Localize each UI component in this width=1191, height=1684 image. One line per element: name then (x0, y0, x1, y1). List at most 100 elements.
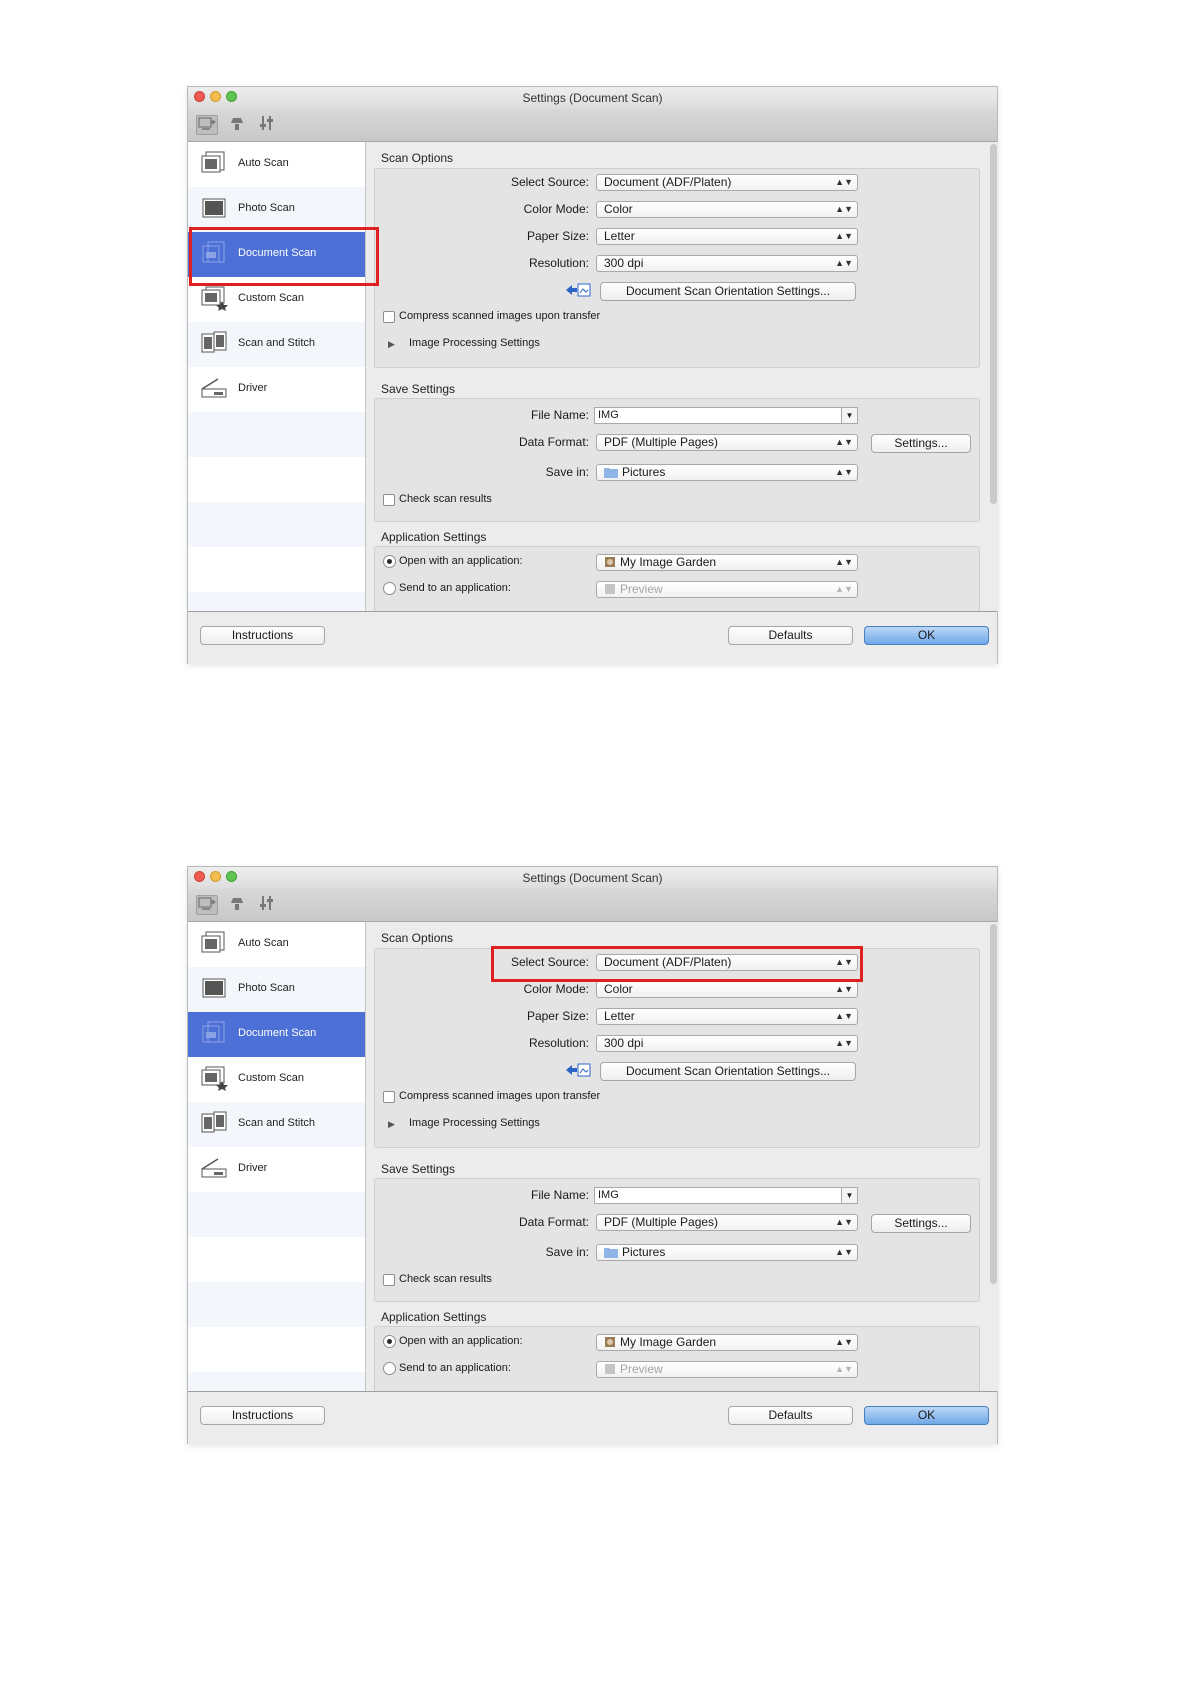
send-to-popup[interactable]: Preview ▲▼ (596, 581, 858, 598)
orientation-icon (564, 282, 592, 303)
file-name-combo[interactable]: IMG ▼ (594, 1187, 858, 1204)
up-down-arrows-icon: ▲▼ (835, 557, 853, 567)
color-mode-popup[interactable]: Color ▲▼ (596, 981, 858, 998)
save-in-value: Pictures (622, 465, 666, 479)
scan-from-computer-icon[interactable] (196, 115, 218, 135)
dropdown-arrow-icon[interactable]: ▼ (841, 1188, 857, 1203)
select-source-popup[interactable]: Document (ADF/Platen) ▲▼ (596, 174, 858, 191)
general-settings-icon[interactable] (256, 895, 278, 915)
highlight-box (491, 946, 863, 982)
ok-button[interactable]: OK (864, 626, 989, 645)
sidebar-item-label: Scan and Stitch (238, 1117, 316, 1129)
select-source-value: Document (ADF/Platen) (604, 175, 732, 189)
zoom-window-button[interactable] (226, 871, 237, 882)
sidebar-item-custom-scan[interactable]: Custom Scan (188, 1057, 365, 1102)
color-mode-label: Color Mode: (523, 202, 589, 216)
send-to-popup[interactable]: Preview ▲▼ (596, 1361, 858, 1378)
send-to-label: Send to an application: (399, 1362, 511, 1374)
toolbar (188, 889, 997, 922)
resolution-popup[interactable]: 300 dpi ▲▼ (596, 255, 858, 272)
disclosure-triangle-icon[interactable]: ▶ (388, 1119, 395, 1130)
sidebar: Auto Scan Photo Scan Document Scan Custo… (188, 922, 366, 1391)
compress-checkbox[interactable] (383, 1091, 395, 1103)
minimize-window-button[interactable] (210, 871, 221, 882)
sidebar-item-driver[interactable]: Driver (188, 1147, 365, 1192)
check-scan-results-checkbox[interactable] (383, 494, 395, 506)
orientation-settings-button[interactable]: Document Scan Orientation Settings... (600, 1062, 856, 1081)
sidebar-item-label: Custom Scan (238, 1072, 305, 1084)
scan-from-operation-panel-icon[interactable] (226, 895, 248, 915)
sidebar-empty-row (188, 1282, 365, 1327)
send-to-radio[interactable] (383, 582, 396, 595)
minimize-window-button[interactable] (210, 91, 221, 102)
sidebar-item-scan-and-stitch[interactable]: Scan and Stitch (188, 322, 365, 367)
ok-button[interactable]: OK (864, 1406, 989, 1425)
general-settings-icon[interactable] (256, 115, 278, 135)
orientation-settings-button[interactable]: Document Scan Orientation Settings... (600, 282, 856, 301)
defaults-button[interactable]: Defaults (728, 626, 853, 645)
sidebar-item-label: Photo Scan (238, 202, 295, 214)
save-in-popup[interactable]: Pictures ▲▼ (596, 1244, 858, 1261)
my-image-garden-icon (604, 556, 616, 572)
resolution-label: Resolution: (528, 256, 589, 270)
scan-from-operation-panel-icon[interactable] (226, 115, 248, 135)
instructions-button[interactable]: Instructions (200, 1406, 325, 1425)
scan-from-computer-icon[interactable] (196, 895, 218, 915)
resolution-value: 300 dpi (604, 1036, 644, 1050)
instructions-button[interactable]: Instructions (200, 626, 325, 645)
paper-size-popup[interactable]: Letter ▲▼ (596, 228, 858, 245)
close-window-button[interactable] (194, 91, 205, 102)
save-in-popup[interactable]: Pictures ▲▼ (596, 464, 858, 481)
folder-icon (604, 467, 618, 482)
up-down-arrows-icon: ▲▼ (835, 437, 853, 447)
paper-size-popup[interactable]: Letter ▲▼ (596, 1008, 858, 1025)
sidebar-item-driver[interactable]: Driver (188, 367, 365, 412)
sidebar-item-document-scan[interactable]: Document Scan (188, 1012, 365, 1057)
auto-scan-icon (200, 150, 228, 176)
up-down-arrows-icon: ▲▼ (835, 984, 853, 994)
folder-icon (604, 1247, 618, 1262)
up-down-arrows-icon: ▲▼ (835, 584, 853, 594)
compress-label: Compress scanned images upon transfer (399, 310, 601, 322)
data-format-popup[interactable]: PDF (Multiple Pages) ▲▼ (596, 1214, 858, 1231)
resolution-popup[interactable]: 300 dpi ▲▼ (596, 1035, 858, 1052)
settings-window-1: Settings (Document Scan) Auto Scan Photo… (187, 86, 999, 664)
color-mode-popup[interactable]: Color ▲▼ (596, 201, 858, 218)
sidebar-item-scan-and-stitch[interactable]: Scan and Stitch (188, 1102, 365, 1147)
zoom-window-button[interactable] (226, 91, 237, 102)
settings-button[interactable]: Settings... (871, 1214, 971, 1233)
sidebar-item-photo-scan[interactable]: Photo Scan (188, 187, 365, 232)
open-with-popup[interactable]: My Image Garden ▲▼ (596, 554, 858, 571)
dialog-footer: Instructions Defaults OK (188, 611, 997, 664)
image-processing-label[interactable]: Image Processing Settings (409, 1117, 540, 1129)
data-format-popup[interactable]: PDF (Multiple Pages) ▲▼ (596, 434, 858, 451)
check-scan-results-checkbox[interactable] (383, 1274, 395, 1286)
check-scan-results-label: Check scan results (399, 493, 492, 505)
file-name-label: File Name: (530, 408, 589, 422)
open-with-radio[interactable] (383, 1335, 396, 1348)
sidebar-item-photo-scan[interactable]: Photo Scan (188, 967, 365, 1012)
dropdown-arrow-icon[interactable]: ▼ (841, 408, 857, 423)
close-window-button[interactable] (194, 871, 205, 882)
sidebar-item-auto-scan[interactable]: Auto Scan (188, 922, 365, 967)
open-with-popup[interactable]: My Image Garden ▲▼ (596, 1334, 858, 1351)
color-mode-label: Color Mode: (523, 982, 589, 996)
photo-scan-icon (200, 195, 228, 221)
save-in-label: Save in: (545, 465, 589, 479)
settings-button[interactable]: Settings... (871, 434, 971, 453)
vertical-scrollbar[interactable] (990, 144, 997, 504)
driver-icon (200, 1155, 228, 1181)
save-in-value: Pictures (622, 1245, 666, 1259)
application-settings-title: Application Settings (381, 530, 487, 544)
open-with-radio[interactable] (383, 555, 396, 568)
file-name-combo[interactable]: IMG ▼ (594, 407, 858, 424)
send-to-value: Preview (620, 1362, 663, 1376)
defaults-button[interactable]: Defaults (728, 1406, 853, 1425)
vertical-scrollbar[interactable] (990, 924, 997, 1284)
image-processing-label[interactable]: Image Processing Settings (409, 337, 540, 349)
sidebar-item-auto-scan[interactable]: Auto Scan (188, 142, 365, 187)
compress-checkbox[interactable] (383, 311, 395, 323)
disclosure-triangle-icon[interactable]: ▶ (388, 339, 395, 350)
send-to-radio[interactable] (383, 1362, 396, 1375)
settings-content: Scan Options Select Source: Document (AD… (366, 922, 999, 1406)
